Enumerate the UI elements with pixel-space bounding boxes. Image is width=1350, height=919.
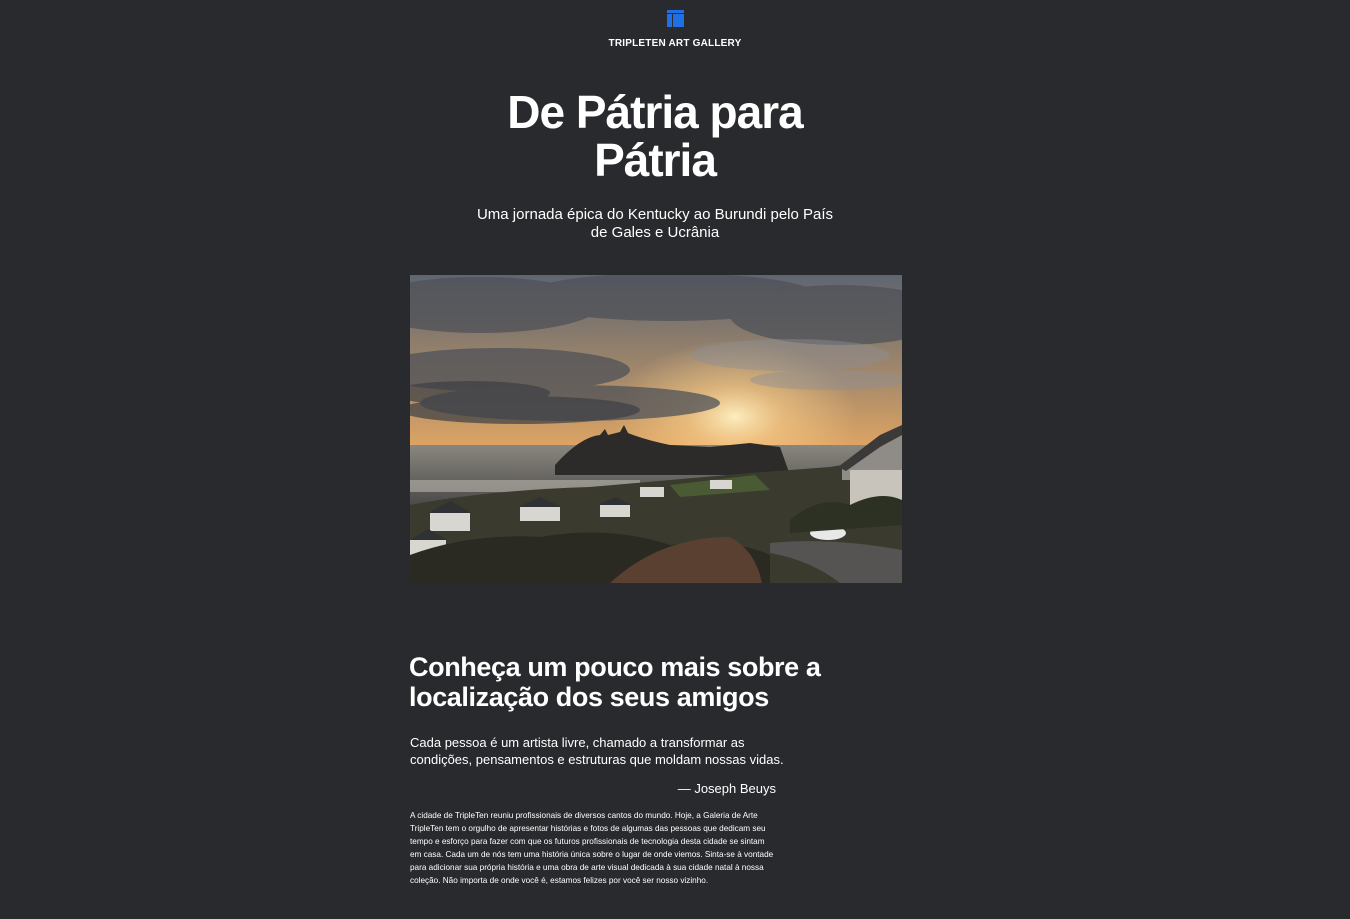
brand-name: TRIPLETEN ART GALLERY <box>608 38 742 49</box>
page-subtitle: Uma jornada épica do Kentucky ao Burundi… <box>476 206 834 241</box>
quote-text: Cada pessoa é um artista livre, chamado … <box>410 735 784 767</box>
intro-paragraph: A cidade de TripleTen reuniu profissiona… <box>410 811 774 885</box>
hero-landscape-image <box>410 275 902 583</box>
gallery-logo-icon[interactable] <box>666 10 684 27</box>
page-header: TRIPLETEN ART GALLERY <box>0 10 1350 49</box>
quote-author: — Joseph Beuys <box>677 781 776 796</box>
page-title: De Pátria para Pátria <box>507 86 803 186</box>
section-title: Conheça um pouco mais sobre a localizaçã… <box>409 652 821 712</box>
